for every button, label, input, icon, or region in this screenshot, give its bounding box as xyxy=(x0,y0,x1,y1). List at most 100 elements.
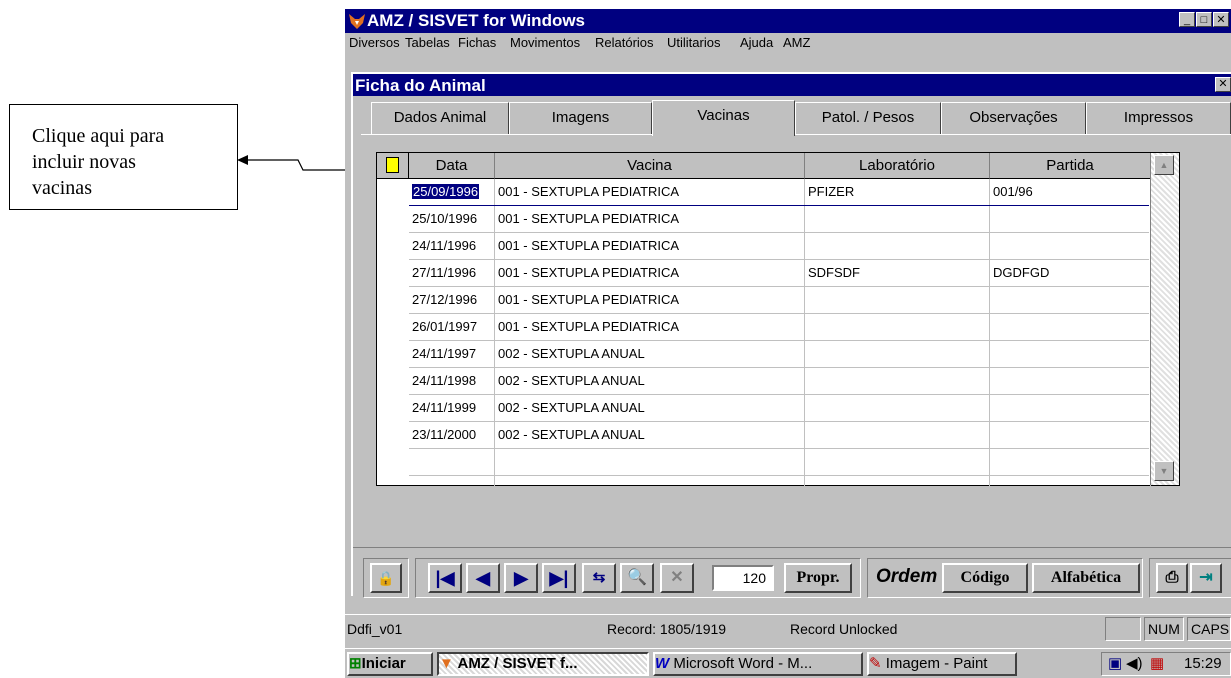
cell-vacina[interactable]: 002 - SEXTUPLA ANUAL xyxy=(495,341,805,367)
close-button[interactable]: ✕ xyxy=(1213,12,1229,27)
table-row[interactable]: 25/09/1996 001 - SEXTUPLA PEDIATRICA PFIZE… xyxy=(409,179,1151,206)
cell-data[interactable]: 24/11/1998 xyxy=(409,368,495,394)
cell-laboratorio[interactable] xyxy=(805,341,990,367)
record-number-field[interactable]: 120 xyxy=(712,565,774,591)
cell-vacina[interactable]: 001 - SEXTUPLA PEDIATRICA xyxy=(495,287,805,313)
exit-door-icon[interactable]: ⇥ xyxy=(1190,563,1222,593)
tab-vacinas[interactable]: Vacinas xyxy=(652,100,795,136)
speaker-icon[interactable]: ◀) xyxy=(1126,653,1143,675)
vertical-scrollbar[interactable]: ▲ ▼ xyxy=(1150,153,1179,485)
column-header-partida[interactable]: Partida xyxy=(990,153,1151,179)
tab-patol-pesos[interactable]: Patol. / Pesos xyxy=(795,102,941,134)
lock-icon[interactable]: 🔒 xyxy=(370,563,402,593)
cell-partida[interactable]: 001/96 xyxy=(990,179,1151,205)
table-row[interactable]: 24/11/1997 002 - SEXTUPLA ANUAL xyxy=(409,341,1151,368)
cell-data[interactable]: 26/01/1997 xyxy=(409,314,495,340)
cell-partida[interactable] xyxy=(990,314,1151,340)
cell-laboratorio[interactable] xyxy=(805,206,990,232)
table-row[interactable]: 24/11/1998 002 - SEXTUPLA ANUAL xyxy=(409,368,1151,395)
cell-partida[interactable] xyxy=(990,449,1151,475)
cell-laboratorio[interactable] xyxy=(805,449,990,475)
column-header-laboratorio[interactable]: Laboratório xyxy=(805,153,990,179)
previous-record-icon[interactable]: ◀ xyxy=(466,563,500,593)
table-row[interactable]: 27/11/1996 001 - SEXTUPLA PEDIATRICA SDFSD… xyxy=(409,260,1151,287)
cell-laboratorio[interactable] xyxy=(805,476,990,502)
cell-laboratorio[interactable] xyxy=(805,422,990,448)
scroll-up-icon[interactable]: ▲ xyxy=(1154,155,1174,175)
task-amz-sisvet[interactable]: ▼ AMZ / SISVET f... xyxy=(437,652,649,676)
start-button[interactable]: ⊞Iniciar xyxy=(347,652,433,676)
cell-data[interactable]: 23/11/2000 xyxy=(409,422,495,448)
print-icon[interactable]: ⎙ xyxy=(1156,563,1188,593)
goto-record-icon[interactable]: ⇆ xyxy=(582,563,616,593)
cell-partida[interactable]: DGDFGD xyxy=(990,260,1151,286)
task-microsoft-word[interactable]: W Microsoft Word - M... xyxy=(653,652,863,676)
cell-data[interactable]: 24/11/1999 xyxy=(409,395,495,421)
ordem-alfabetica-button[interactable]: Alfabética xyxy=(1032,563,1140,593)
last-record-icon[interactable]: ▶| xyxy=(542,563,576,593)
cell-partida[interactable] xyxy=(990,395,1151,421)
menu-movimentos[interactable]: Movimentos xyxy=(510,35,580,50)
table-row[interactable]: 23/11/2000 002 - SEXTUPLA ANUAL xyxy=(409,422,1151,449)
cell-partida[interactable] xyxy=(990,233,1151,259)
tab-imagens[interactable]: Imagens xyxy=(509,102,652,134)
column-header-data[interactable]: Data xyxy=(409,153,495,179)
tab-observacoes[interactable]: Observações xyxy=(941,102,1086,134)
cell-data[interactable]: 25/10/1996 xyxy=(409,206,495,232)
clock[interactable]: 15:29 xyxy=(1184,653,1222,675)
cell-partida[interactable] xyxy=(990,368,1151,394)
cell-partida[interactable] xyxy=(990,341,1151,367)
cell-laboratorio[interactable] xyxy=(805,314,990,340)
cell-data[interactable] xyxy=(409,476,495,502)
cell-vacina[interactable]: 002 - SEXTUPLA ANUAL xyxy=(495,368,805,394)
maximize-button[interactable]: □ xyxy=(1196,12,1212,27)
table-row[interactable] xyxy=(409,476,1151,503)
table-row[interactable]: 27/12/1996 001 - SEXTUPLA PEDIATRICA xyxy=(409,287,1151,314)
cell-vacina[interactable]: 001 - SEXTUPLA PEDIATRICA xyxy=(495,260,805,286)
cell-laboratorio[interactable] xyxy=(805,395,990,421)
table-row[interactable]: 24/11/1999 002 - SEXTUPLA ANUAL xyxy=(409,395,1151,422)
task-imagem-paint[interactable]: ✎ Imagem - Paint xyxy=(867,652,1017,676)
table-row[interactable]: 26/01/1997 001 - SEXTUPLA PEDIATRICA xyxy=(409,314,1151,341)
cell-vacina[interactable]: 001 - SEXTUPLA PEDIATRICA xyxy=(495,179,805,205)
cell-partida[interactable] xyxy=(990,422,1151,448)
clear-search-icon[interactable]: ✕ xyxy=(660,563,694,593)
cell-partida[interactable] xyxy=(990,287,1151,313)
cell-vacina[interactable] xyxy=(495,449,805,475)
cell-vacina[interactable]: 002 - SEXTUPLA ANUAL xyxy=(495,395,805,421)
table-row[interactable] xyxy=(409,449,1151,476)
cell-data[interactable]: 24/11/1996 xyxy=(409,233,495,259)
table-row[interactable]: 25/10/1996 001 - SEXTUPLA PEDIATRICA xyxy=(409,206,1151,233)
menu-ajuda[interactable]: Ajuda xyxy=(740,35,773,50)
menu-relatorios[interactable]: Relatórios xyxy=(595,35,654,50)
column-header-vacina[interactable]: Vacina xyxy=(495,153,805,179)
cell-laboratorio[interactable]: PFIZER xyxy=(805,179,990,205)
ordem-codigo-button[interactable]: Código xyxy=(942,563,1028,593)
new-vaccine-button[interactable] xyxy=(377,153,409,179)
menu-diversos[interactable]: Diversos xyxy=(349,35,400,50)
cell-vacina[interactable]: 002 - SEXTUPLA ANUAL xyxy=(495,422,805,448)
first-record-icon[interactable]: |◀ xyxy=(428,563,462,593)
cell-data[interactable]: 27/11/1996 xyxy=(409,260,495,286)
menu-fichas[interactable]: Fichas xyxy=(458,35,496,50)
cell-partida[interactable] xyxy=(990,206,1151,232)
child-close-button[interactable]: ✕ xyxy=(1215,77,1231,92)
cell-data[interactable]: 25/09/1996 xyxy=(409,179,495,205)
tab-impressos[interactable]: Impressos xyxy=(1086,102,1231,134)
menu-utilitarios[interactable]: Utilitarios xyxy=(667,35,720,50)
cell-laboratorio[interactable] xyxy=(805,233,990,259)
scheduler-icon[interactable]: ▦ xyxy=(1150,653,1164,675)
menu-amz[interactable]: AMZ xyxy=(783,35,810,50)
table-row[interactable]: 24/11/1996 001 - SEXTUPLA PEDIATRICA xyxy=(409,233,1151,260)
minimize-button[interactable]: _ xyxy=(1179,12,1195,27)
cell-data[interactable]: 24/11/1997 xyxy=(409,341,495,367)
cell-partida[interactable] xyxy=(990,476,1151,502)
menu-tabelas[interactable]: Tabelas xyxy=(405,35,450,50)
cell-vacina[interactable]: 001 - SEXTUPLA PEDIATRICA xyxy=(495,206,805,232)
tab-dados-animal[interactable]: Dados Animal xyxy=(371,102,509,134)
cell-vacina[interactable] xyxy=(495,476,805,502)
cell-laboratorio[interactable] xyxy=(805,287,990,313)
cell-laboratorio[interactable] xyxy=(805,368,990,394)
cell-vacina[interactable]: 001 - SEXTUPLA PEDIATRICA xyxy=(495,233,805,259)
scroll-down-icon[interactable]: ▼ xyxy=(1154,461,1174,481)
